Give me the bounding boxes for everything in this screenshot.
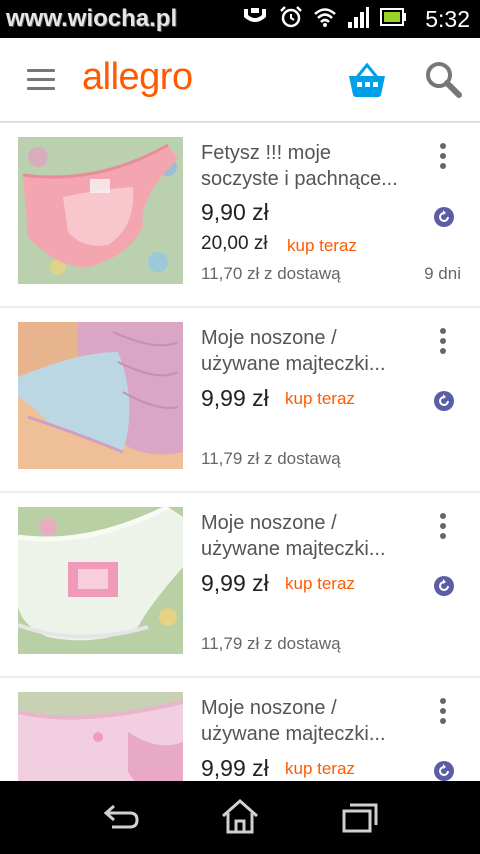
list-item[interactable]: Moje noszone / używane majteczki... 9,99… xyxy=(0,493,480,678)
allegro-logo[interactable]: allegro xyxy=(82,56,193,99)
item-title-line1: Moje noszone / xyxy=(201,697,337,719)
basket-icon[interactable] xyxy=(346,62,388,100)
item-title[interactable]: Moje noszone / używane majteczki... xyxy=(201,325,416,377)
item-title[interactable]: Fetysz !!! moje soczyste i pachnące... xyxy=(201,140,416,192)
status-time: 5:32 xyxy=(425,5,470,32)
buy-now-price: 20,00 zł xyxy=(201,233,268,254)
alarm-icon xyxy=(279,5,303,34)
search-icon[interactable] xyxy=(424,60,464,100)
item-title-line2: używane majteczki... xyxy=(201,723,386,745)
item-price: 9,99 zł xyxy=(201,570,269,596)
item-title-line1: Fetysz !!! moje xyxy=(201,142,332,164)
relist-icon xyxy=(434,207,454,227)
buy-now-label: kup teraz xyxy=(285,389,355,408)
status-bar: www.wiocha.pl 5:32 xyxy=(0,0,480,38)
wifi-icon xyxy=(314,7,337,32)
product-thumbnail[interactable] xyxy=(18,692,183,781)
product-thumbnail[interactable] xyxy=(18,322,183,469)
item-price: 9,99 zł xyxy=(201,755,269,781)
buy-now-label: kup teraz xyxy=(287,236,357,255)
item-price: 9,99 zł xyxy=(201,385,269,411)
relist-icon xyxy=(434,391,454,411)
delivery-price: 11,70 zł z dostawą xyxy=(201,264,341,283)
phone-screen: www.wiocha.pl 5:32 allegro Fetysz !!! mo… xyxy=(0,0,480,854)
more-options-icon[interactable] xyxy=(432,511,454,541)
buy-now-label: kup teraz xyxy=(285,759,355,778)
home-icon[interactable] xyxy=(218,797,262,837)
battery-icon xyxy=(380,7,407,32)
more-options-icon[interactable] xyxy=(432,326,454,356)
item-title-line2: soczyste i pachnące... xyxy=(201,168,398,190)
item-title[interactable]: Moje noszone / używane majteczki... xyxy=(201,510,416,562)
navigation-bar xyxy=(0,781,480,854)
list-item[interactable]: Moje noszone / używane majteczki... 9,99… xyxy=(0,308,480,493)
listing: Fetysz !!! moje soczyste i pachnące... 9… xyxy=(0,123,480,781)
item-title[interactable]: Moje noszone / używane majteczki... xyxy=(201,695,416,747)
item-title-line1: Moje noszone / xyxy=(201,512,337,534)
relist-icon xyxy=(434,576,454,596)
delivery-price: 11,79 zł z dostawą xyxy=(201,634,341,653)
status-icons: 5:32 xyxy=(242,0,470,38)
item-price: 9,90 zł xyxy=(201,199,269,225)
item-title-line1: Moje noszone / xyxy=(201,327,337,349)
list-item[interactable]: Moje noszone / używane majteczki... 9,99… xyxy=(0,678,480,781)
buy-now-label: kup teraz xyxy=(285,574,355,593)
more-options-icon[interactable] xyxy=(432,141,454,171)
recent-apps-icon[interactable] xyxy=(338,797,382,837)
time-left: 9 dni xyxy=(424,264,461,283)
back-icon[interactable] xyxy=(100,797,144,837)
list-item[interactable]: Fetysz !!! moje soczyste i pachnące... 9… xyxy=(0,123,480,308)
usb-debug-icon xyxy=(242,6,268,33)
item-title-line2: używane majteczki... xyxy=(201,353,386,375)
more-options-icon[interactable] xyxy=(432,696,454,726)
relist-icon xyxy=(434,761,454,781)
delivery-price: 11,79 zł z dostawą xyxy=(201,449,341,468)
item-title-line2: używane majteczki... xyxy=(201,538,386,560)
product-thumbnail[interactable] xyxy=(18,137,183,284)
watermark: www.wiocha.pl xyxy=(6,5,178,32)
menu-icon[interactable] xyxy=(24,66,58,94)
signal-icon xyxy=(347,6,370,33)
product-thumbnail[interactable] xyxy=(18,507,183,654)
app-bar: allegro xyxy=(0,38,480,122)
